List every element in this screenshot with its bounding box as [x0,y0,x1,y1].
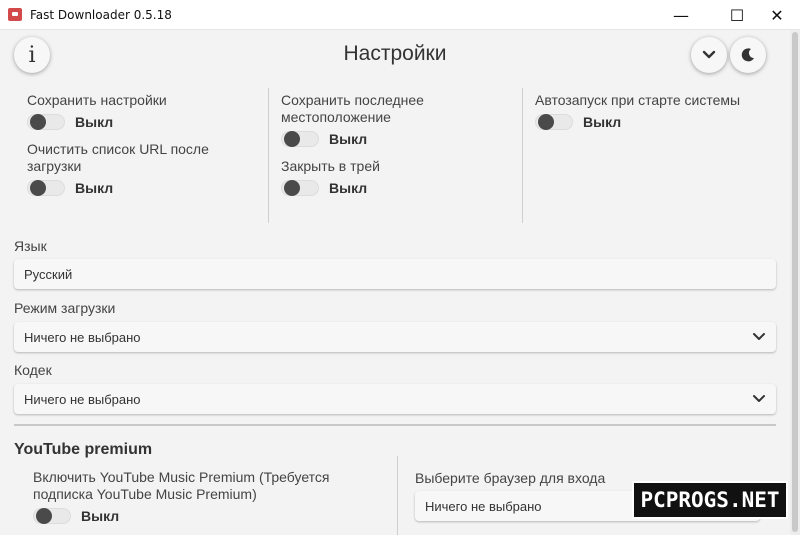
download-mode-label: Режим загрузки [14,300,116,316]
toggle-state: Выкл [75,114,114,130]
setting-label: Очистить список URL после загрузки [27,141,209,174]
expand-button[interactable] [691,37,727,73]
toggle-state: Выкл [329,180,368,196]
toggle-state: Выкл [81,508,120,524]
save-settings-toggle[interactable] [27,114,65,130]
chevron-down-icon [753,395,765,402]
minimize-button[interactable]: — [658,0,704,30]
toggle-state: Выкл [75,180,114,196]
setting-close-to-tray: Закрыть в трей Выкл [281,158,516,198]
language-label: Язык [14,238,47,254]
browser-label: Выберите браузер для входа [415,470,606,486]
title-bar: Fast Downloader 0.5.18 — ☐ ✕ [0,0,800,30]
browser-value: Ничего не выбрано [425,498,542,514]
codec-label: Кодек [14,362,52,378]
theme-toggle-button[interactable] [730,37,766,73]
autostart-toggle[interactable] [535,114,573,130]
toggle-state: Выкл [583,114,622,130]
toggle-state: Выкл [329,131,368,147]
settings-column-2: Сохранить последнее местоположение Выкл … [281,92,516,207]
language-value: Русский [24,266,73,282]
setting-autostart: Автозапуск при старте системы Выкл [535,92,780,132]
column-divider [522,88,523,223]
setting-clear-url-list: Очистить список URL после загрузки Выкл [27,141,262,198]
watermark: PCPROGS.NET [632,481,788,519]
setting-save-settings: Сохранить настройки Выкл [27,92,262,132]
youtube-premium-heading: YouTube premium [14,441,153,458]
codec-select[interactable]: Ничего не выбрано [14,384,776,414]
setting-label: Включить YouTube Music Premium (Требуетс… [33,469,330,502]
column-divider [397,456,398,535]
download-mode-value: Ничего не выбрано [24,329,141,345]
setting-label: Сохранить последнее местоположение [281,92,424,125]
column-divider [268,88,269,223]
vertical-scrollbar[interactable] [790,30,800,535]
setting-label: Автозапуск при старте системы [535,92,741,108]
settings-column-1: Сохранить настройки Выкл Очистить список… [27,92,262,207]
settings-column-3: Автозапуск при старте системы Выкл [535,92,780,141]
download-mode-select[interactable]: Ничего не выбрано [14,322,776,352]
close-button[interactable]: ✕ [754,0,800,30]
app-icon [8,8,22,21]
setting-save-last-location: Сохранить последнее местоположение Выкл [281,92,516,149]
close-to-tray-toggle[interactable] [281,180,319,196]
clear-url-list-toggle[interactable] [27,180,65,196]
setting-youtube-music-premium: Включить YouTube Music Premium (Требуетс… [33,469,388,526]
section-divider [14,424,776,426]
scrollbar-thumb[interactable] [792,32,798,532]
moon-icon [741,48,754,62]
window-title: Fast Downloader 0.5.18 [30,8,172,22]
chevron-down-icon [753,333,765,340]
setting-label: Закрыть в трей [281,158,380,174]
codec-value: Ничего не выбрано [24,391,141,407]
page-title: Настройки [343,42,447,65]
save-last-location-toggle[interactable] [281,131,319,147]
youtube-premium-toggle[interactable] [33,508,71,524]
chevron-down-icon [702,50,716,59]
language-input[interactable]: Русский [14,259,776,289]
setting-label: Сохранить настройки [27,92,167,108]
